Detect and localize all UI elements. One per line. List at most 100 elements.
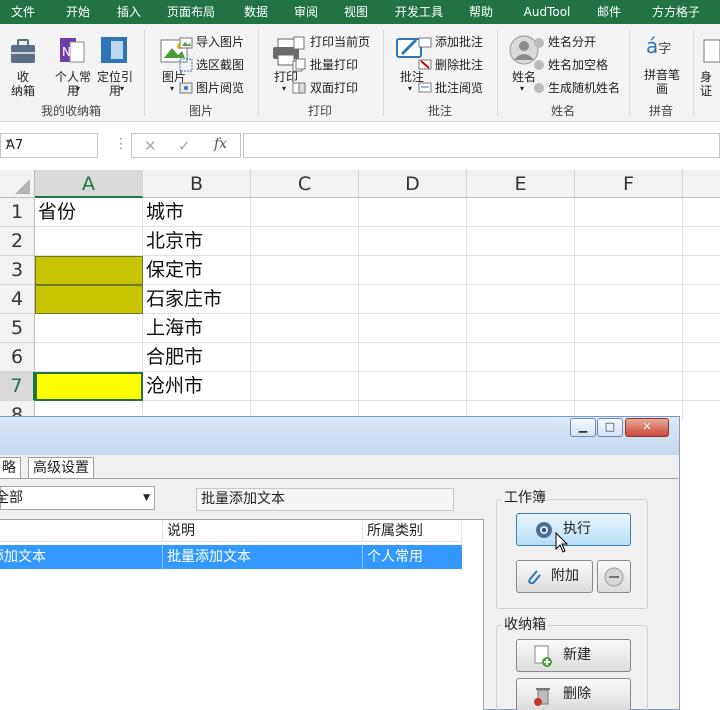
column-header-c[interactable]: C (251, 170, 359, 198)
maximize-button[interactable]: □ (597, 418, 623, 437)
column-header-f[interactable]: F (575, 170, 683, 198)
category-combo[interactable]: 全部 ▼ (0, 486, 155, 510)
confirm-icon[interactable]: ✓ (178, 137, 191, 155)
cell-c3[interactable] (251, 256, 359, 285)
image-preview-button[interactable]: 图片阅览 (196, 78, 244, 98)
cell-g8[interactable] (683, 401, 720, 420)
tab-data[interactable]: 数据 (235, 0, 277, 24)
comment-dropdown-icon[interactable]: ▾ (408, 84, 412, 93)
list-item[interactable]: 添加文本 批量添加文本 个人常用 (0, 545, 462, 569)
cell-b2[interactable]: 北京市 (143, 227, 251, 256)
remove-button[interactable] (597, 560, 631, 593)
tab-view[interactable]: 视图 (335, 0, 377, 24)
cell-a7[interactable] (35, 372, 143, 401)
split-name-button[interactable]: 姓名分开 (548, 32, 596, 52)
cell-g3[interactable] (683, 256, 720, 285)
cell-e6[interactable] (467, 343, 575, 372)
cell-a6[interactable] (35, 343, 143, 372)
cell-b3[interactable]: 保定市 (143, 256, 251, 285)
cell-f5[interactable] (575, 314, 683, 343)
row-header-3[interactable]: 3 (0, 256, 35, 285)
cell-c7[interactable] (251, 372, 359, 401)
column-header-d[interactable]: D (359, 170, 467, 198)
personal-dropdown-icon[interactable]: ▾ (76, 84, 80, 93)
cell-a1[interactable]: 省份 (35, 198, 143, 227)
cell-e7[interactable] (467, 372, 575, 401)
cell-d7[interactable] (359, 372, 467, 401)
cell-b5[interactable]: 上海市 (143, 314, 251, 343)
storage-box-button[interactable]: 收 纳箱 (4, 70, 42, 98)
delete-button[interactable]: 删除 (516, 678, 631, 710)
image-dropdown-icon[interactable]: ▾ (170, 84, 174, 93)
cell-e4[interactable] (467, 285, 575, 314)
cell-d1[interactable] (359, 198, 467, 227)
list-header-category[interactable]: 所属类别 (363, 520, 462, 542)
column-header-a[interactable]: A (35, 170, 143, 198)
cell-e3[interactable] (467, 256, 575, 285)
cancel-icon[interactable]: ✕ (144, 137, 157, 155)
row-header-6[interactable]: 6 (0, 343, 35, 372)
select-all-corner[interactable] (0, 170, 35, 198)
tab-file[interactable]: 文件 (2, 0, 44, 24)
list-header-desc[interactable]: 说明 (163, 520, 363, 542)
random-name-button[interactable]: 生成随机姓名 (548, 78, 620, 98)
comment-preview-button[interactable]: 批注阅览 (435, 78, 483, 98)
minimize-button[interactable]: ▁ (570, 418, 596, 437)
print-dropdown-icon[interactable]: ▾ (282, 84, 286, 93)
delete-comment-button[interactable]: 删除批注 (435, 55, 483, 75)
chevron-down-icon[interactable]: ▼ (143, 487, 150, 509)
list-header-name[interactable] (0, 520, 163, 542)
cell-d2[interactable] (359, 227, 467, 256)
name-dropdown-icon[interactable]: ▾ (520, 84, 524, 93)
tab-advanced-settings[interactable]: 高级设置 (28, 457, 94, 479)
cell-d4[interactable] (359, 285, 467, 314)
cell-g6[interactable] (683, 343, 720, 372)
tab-fangfang[interactable]: 方方格子 (642, 0, 710, 24)
column-header-e[interactable]: E (467, 170, 575, 198)
cell-e2[interactable] (467, 227, 575, 256)
name-box-dropdown-icon[interactable]: ▾ (6, 137, 93, 148)
cell-a3[interactable] (35, 256, 143, 285)
name-add-space-button[interactable]: 姓名加空格 (548, 55, 608, 75)
column-header-b[interactable]: B (143, 170, 251, 198)
cell-c1[interactable] (251, 198, 359, 227)
more-icon[interactable]: ⋮ (114, 136, 128, 152)
column-header-g[interactable] (683, 170, 720, 198)
row-header-7[interactable]: 7 (0, 372, 35, 401)
new-button[interactable]: 新建 (516, 639, 631, 672)
cell-b7[interactable]: 沧州市 (143, 372, 251, 401)
cell-c2[interactable] (251, 227, 359, 256)
tab-audtool[interactable]: AudTool (515, 0, 579, 24)
name-box[interactable]: A7 ▾ (0, 133, 98, 158)
batch-print-button[interactable]: 批量打印 (310, 55, 358, 75)
tab-mail[interactable]: 邮件 (588, 0, 630, 24)
tab-general[interactable]: 略 (0, 457, 21, 479)
tab-home[interactable]: 开始 (57, 0, 99, 24)
add-comment-button[interactable]: 添加批注 (435, 32, 483, 52)
cell-g7[interactable] (683, 372, 720, 401)
cell-d3[interactable] (359, 256, 467, 285)
cell-c4[interactable] (251, 285, 359, 314)
formula-input[interactable] (243, 133, 720, 158)
cell-d6[interactable] (359, 343, 467, 372)
duplex-print-button[interactable]: 双面打印 (310, 78, 358, 98)
import-image-button[interactable]: 导入图片 (196, 32, 244, 52)
row-header-4[interactable]: 4 (0, 285, 35, 314)
id-card-button[interactable]: 身 证 (700, 70, 720, 98)
cell-f7[interactable] (575, 372, 683, 401)
cell-g1[interactable] (683, 198, 720, 227)
dialog-title-bar[interactable]: ▁ □ ✕ (0, 417, 679, 455)
screenshot-selection-button[interactable]: 选区截图 (196, 55, 244, 75)
cell-e5[interactable] (467, 314, 575, 343)
locate-reference-button[interactable]: 定位引 用 (95, 70, 135, 98)
cell-e1[interactable] (467, 198, 575, 227)
cell-f2[interactable] (575, 227, 683, 256)
row-header-5[interactable]: 5 (0, 314, 35, 343)
cell-b6[interactable]: 合肥市 (143, 343, 251, 372)
attach-button[interactable]: 附加 (516, 560, 593, 593)
personal-common-button[interactable]: 个人常 用 (52, 70, 94, 98)
cell-f4[interactable] (575, 285, 683, 314)
cell-f3[interactable] (575, 256, 683, 285)
cell-d5[interactable] (359, 314, 467, 343)
cell-f1[interactable] (575, 198, 683, 227)
